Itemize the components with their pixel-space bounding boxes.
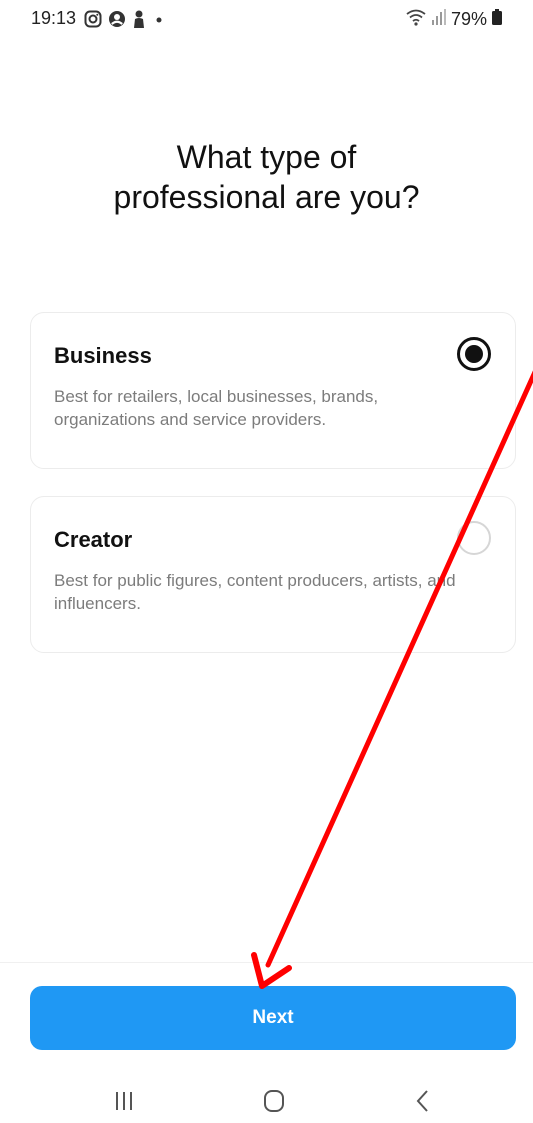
status-bar: 19:13 79% — [0, 0, 533, 40]
person-icon — [132, 10, 146, 28]
wifi-icon — [405, 8, 427, 31]
status-time: 19:13 — [31, 8, 77, 28]
signal-icon — [431, 8, 447, 31]
home-icon[interactable] — [254, 1088, 294, 1114]
next-button[interactable]: Next — [30, 986, 516, 1050]
option-description: Best for retailers, local businesses, br… — [54, 387, 379, 429]
navigation-bar — [0, 1078, 533, 1123]
page-title: What type of professional are you? — [113, 139, 420, 216]
option-description: Best for public figures, content produce… — [54, 571, 456, 613]
option-card-creator[interactable]: Creator Best for public figures, content… — [30, 496, 516, 653]
radio-creator[interactable] — [457, 521, 491, 555]
option-card-business[interactable]: Business Best for retailers, local busin… — [30, 312, 516, 469]
footer-divider — [0, 962, 533, 963]
option-title: Business — [54, 343, 152, 368]
instagram-icon — [84, 10, 102, 28]
account-circle-icon — [108, 10, 126, 28]
radio-business[interactable] — [457, 337, 491, 371]
dot-icon — [152, 10, 166, 28]
back-icon[interactable] — [404, 1088, 444, 1114]
system-status: 79% — [405, 8, 503, 31]
notification-icons — [84, 9, 166, 29]
battery-level: 79% — [450, 9, 487, 29]
recent-apps-icon[interactable] — [104, 1088, 144, 1114]
battery-icon — [491, 8, 503, 31]
option-title: Creator — [54, 527, 133, 552]
